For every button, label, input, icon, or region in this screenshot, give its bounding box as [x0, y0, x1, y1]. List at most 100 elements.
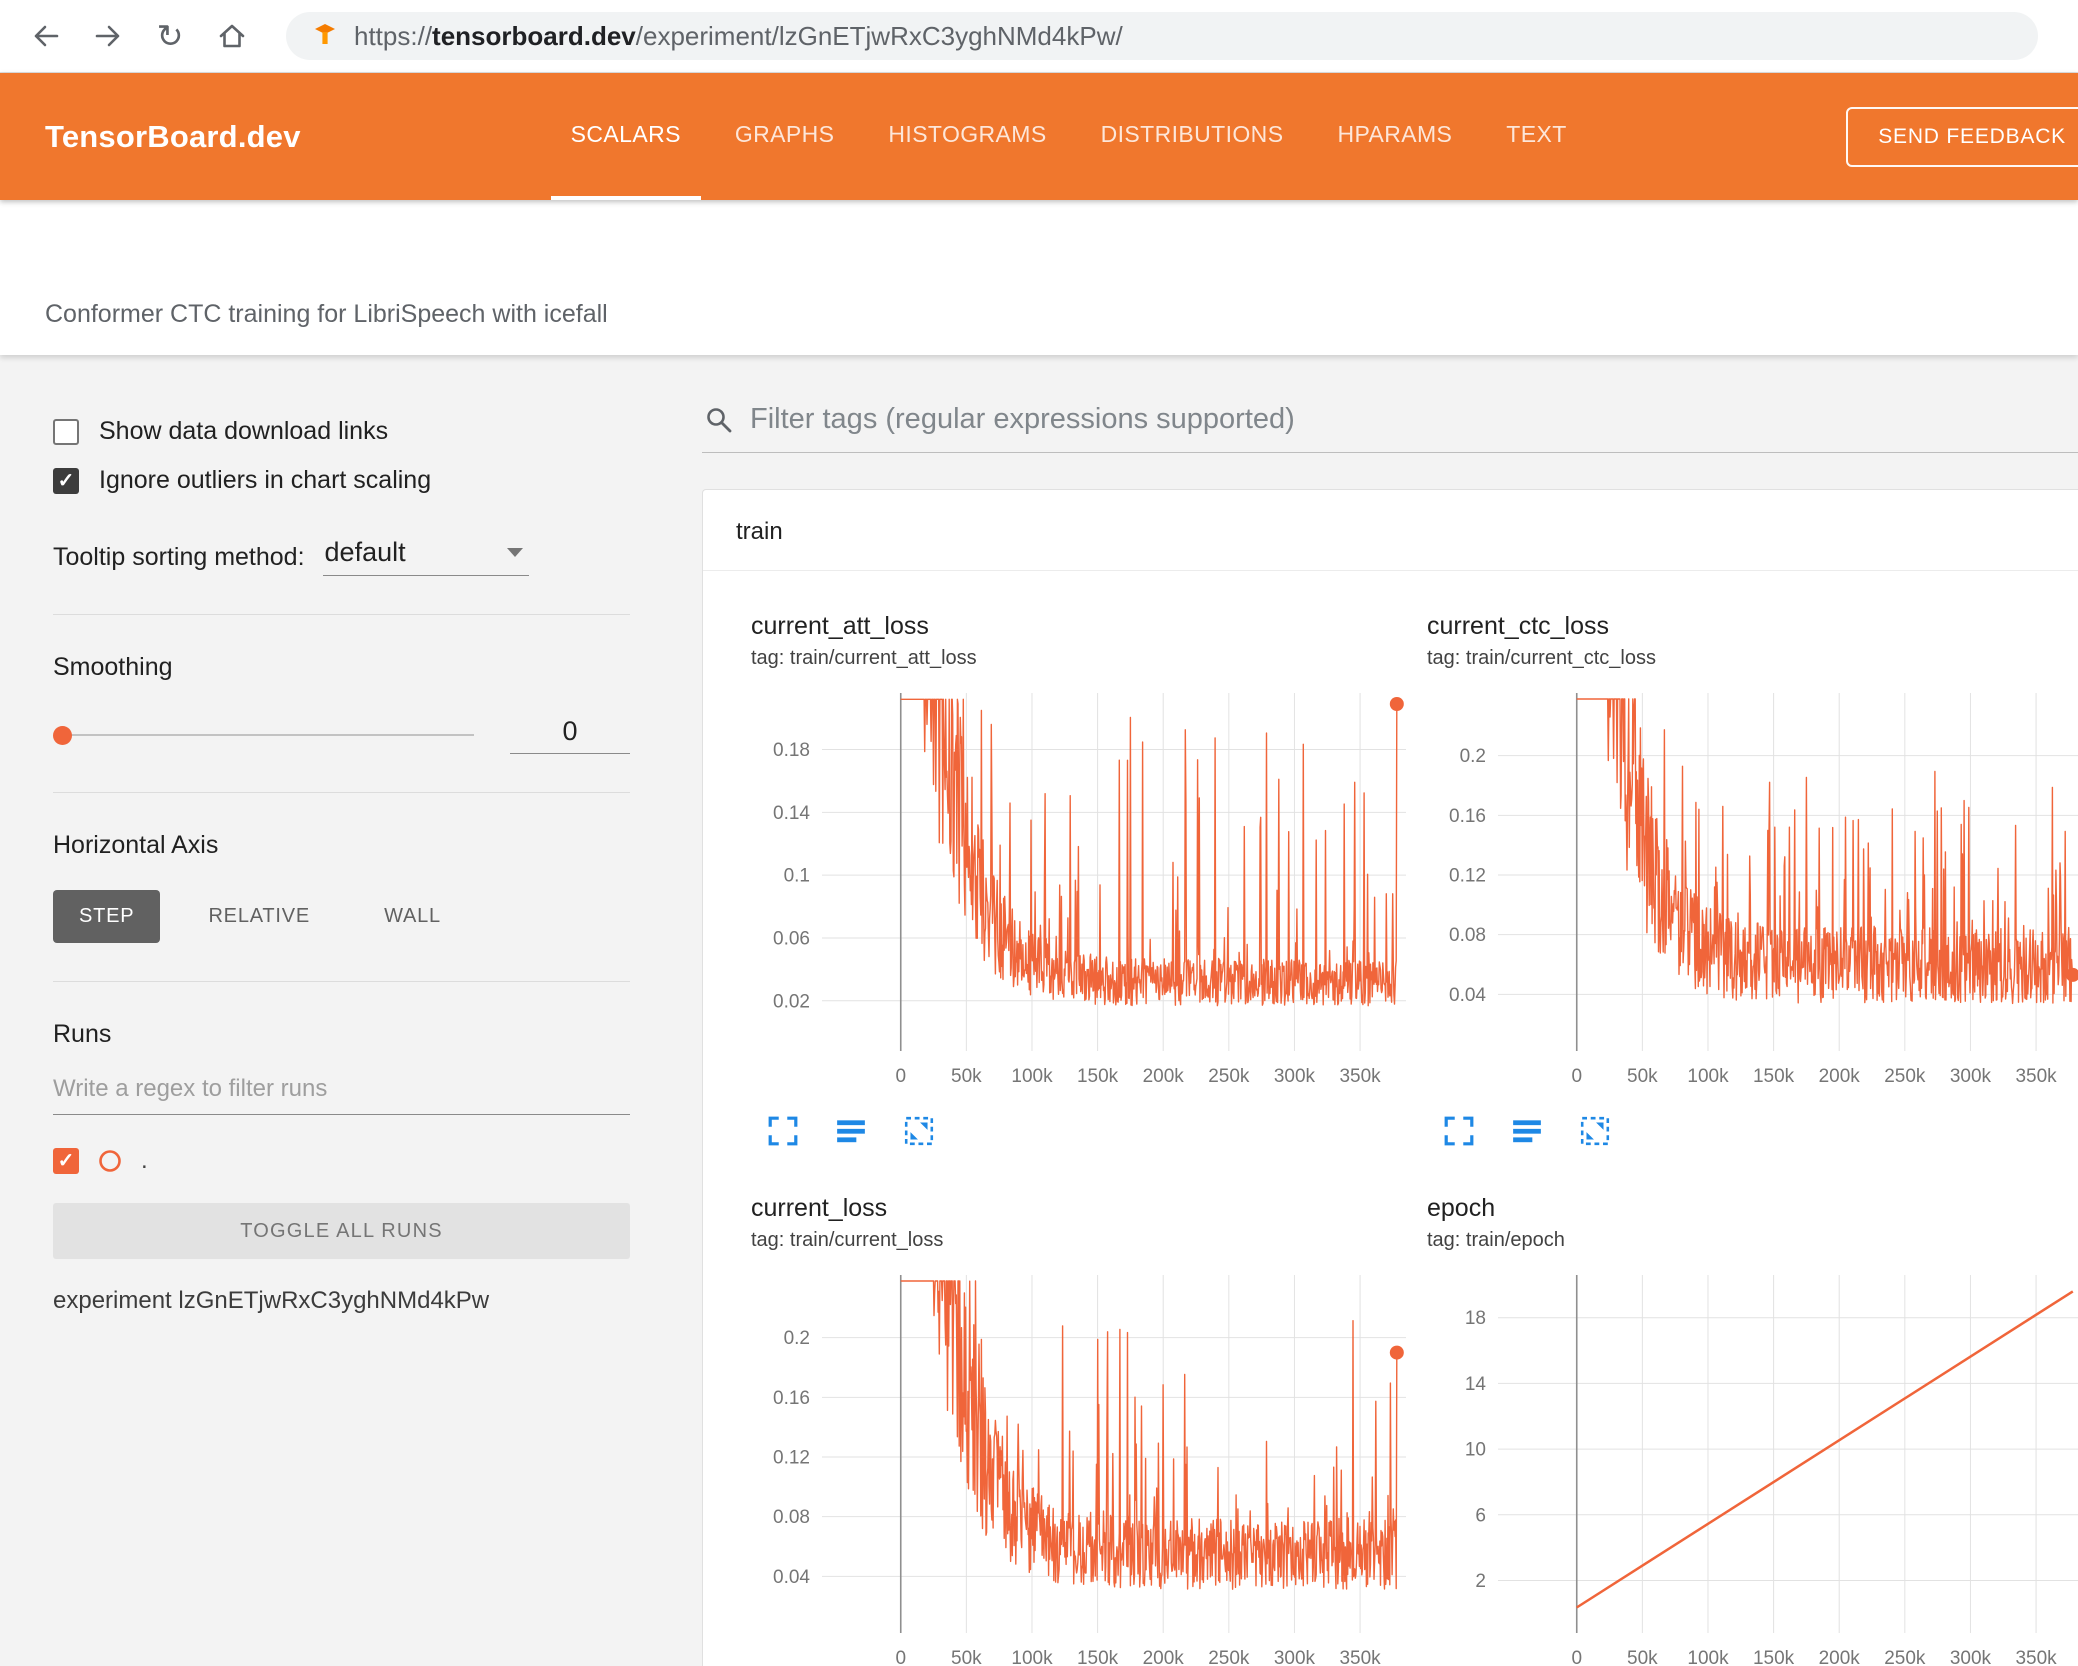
chevron-down-icon [506, 548, 523, 557]
app-header: TensorBoard.dev SCALARS GRAPHS HISTOGRAM… [0, 73, 2078, 200]
runs-selector-icon[interactable] [835, 1115, 867, 1147]
smoothing-slider[interactable] [53, 725, 474, 745]
chart-current-loss: current_loss tag: train/current_loss 0.0… [751, 1193, 1427, 1666]
svg-text:0.14: 0.14 [773, 803, 810, 824]
chart-tag: tag: train/current_ctc_loss [1427, 647, 1656, 669]
tab-hparams[interactable]: HPARAMS [1317, 73, 1472, 200]
url-text: https://tensorboard.dev/experiment/lzGnE… [354, 20, 1123, 51]
svg-text:150k: 150k [1077, 1648, 1119, 1666]
smoothing-label: Smoothing [53, 653, 173, 681]
show-download-links-checkbox[interactable]: ✓ [53, 418, 79, 445]
svg-text:350k: 350k [2015, 1066, 2057, 1087]
tag-group-title[interactable]: train [703, 490, 2078, 571]
reload-icon[interactable]: ↻ [148, 14, 192, 58]
tag-filter-row: Filter tags (regular expressions support… [702, 403, 2078, 453]
svg-text:350k: 350k [1339, 1648, 1381, 1666]
chart-plot[interactable]: 0.04 0.08 0.12 0.16 0.2 0 50k 100k 150k 200k 250k 3… [1427, 685, 2078, 1103]
svg-text:200k: 200k [1143, 1648, 1185, 1666]
fit-domain-icon[interactable] [903, 1115, 935, 1147]
svg-text:0: 0 [895, 1648, 906, 1666]
chart-current-att-loss: current_att_loss tag: train/current_att_… [751, 611, 1427, 1147]
chart-tag: tag: train/current_loss [751, 1229, 944, 1251]
dashboard-main: Filter tags (regular expressions support… [689, 355, 2078, 1666]
smoothing-slider-row: 0 [53, 716, 630, 754]
svg-text:0.16: 0.16 [773, 1388, 810, 1409]
chart-tag: tag: train/current_att_loss [751, 647, 977, 669]
show-download-links-label: Show data download links [99, 417, 389, 445]
run-name[interactable]: . [141, 1147, 148, 1175]
svg-text:10: 10 [1465, 1440, 1486, 1461]
tooltip-sorting-label: Tooltip sorting method: [53, 543, 305, 571]
forward-icon[interactable] [86, 14, 130, 58]
run-row: ✓ . [53, 1147, 630, 1175]
horizontal-axis-buttons: STEP RELATIVE WALL [53, 890, 630, 943]
divider [53, 981, 630, 982]
divider [53, 614, 630, 615]
svg-text:0.12: 0.12 [1449, 865, 1486, 886]
chart-plot[interactable]: 0.02 0.06 0.1 0.14 0.18 0 50k 100k 150k 200k 250k 3… [751, 685, 1427, 1103]
tab-histograms[interactable]: HISTOGRAMS [868, 73, 1066, 200]
experiment-id: experiment lzGnETjwRxC3yghNMd4kPw [53, 1287, 490, 1314]
svg-text:300k: 300k [1950, 1066, 1992, 1087]
svg-text:2: 2 [1475, 1571, 1486, 1592]
tag-filter-input[interactable]: Filter tags (regular expressions support… [750, 403, 1295, 436]
slider-thumb[interactable] [53, 725, 72, 745]
toggle-all-runs-button[interactable]: TOGGLE ALL RUNS [53, 1203, 630, 1259]
search-icon [704, 405, 734, 435]
svg-text:50k: 50k [1627, 1648, 1658, 1666]
axis-relative-button[interactable]: RELATIVE [182, 890, 336, 943]
tab-graphs[interactable]: GRAPHS [715, 73, 855, 200]
experiment-title: Conformer CTC training for LibriSpeech w… [45, 300, 608, 328]
tooltip-sorting-select[interactable]: default [322, 537, 529, 576]
home-icon[interactable] [210, 14, 254, 58]
svg-text:300k: 300k [1950, 1648, 1992, 1666]
svg-text:18: 18 [1465, 1308, 1486, 1329]
chart-plot[interactable]: 0.04 0.08 0.12 0.16 0.2 0 50k 100k 150k 200k 250k 3… [751, 1267, 1427, 1666]
run-checkbox[interactable]: ✓ [53, 1148, 79, 1174]
expand-chart-icon[interactable] [1443, 1115, 1475, 1147]
runs-selector-icon[interactable] [1511, 1115, 1543, 1147]
ignore-outliers-checkbox[interactable]: ✓ [53, 467, 79, 494]
svg-text:0.12: 0.12 [773, 1447, 810, 1468]
send-feedback-button[interactable]: SEND FEEDBACK [1846, 106, 2078, 167]
back-icon[interactable] [24, 14, 68, 58]
runs-label: Runs [53, 1020, 112, 1048]
tag-group-card-train: train current_att_loss tag: train/curren… [702, 489, 2078, 1666]
tab-scalars[interactable]: SCALARS [550, 73, 701, 200]
main-nav: SCALARS GRAPHS HISTOGRAMS DISTRIBUTIONS … [550, 73, 1601, 200]
tab-distributions[interactable]: DISTRIBUTIONS [1081, 73, 1304, 200]
ignore-outliers-row: ✓ Ignore outliers in chart scaling [53, 466, 630, 495]
svg-text:350k: 350k [2015, 1648, 2057, 1666]
svg-text:150k: 150k [1753, 1066, 1795, 1087]
axis-step-button[interactable]: STEP [53, 890, 161, 943]
tab-text[interactable]: TEXT [1486, 73, 1586, 200]
fit-domain-icon[interactable] [1579, 1115, 1611, 1147]
chart-tag: tag: train/epoch [1427, 1229, 1565, 1251]
svg-text:200k: 200k [1143, 1066, 1185, 1087]
chart-plot[interactable]: 2 6 10 14 18 0 50k 100k 150k 200k 250k 300k 350k [1427, 1267, 2078, 1666]
browser-toolbar: ↻ https://tensorboard.dev/experiment/lzG… [0, 0, 2078, 73]
svg-text:0.02: 0.02 [773, 991, 810, 1012]
chart-epoch: epoch tag: train/epoch 2 6 10 14 18 0 50k 100k 1… [1427, 1193, 2078, 1666]
svg-text:300k: 300k [1274, 1066, 1316, 1087]
divider [53, 792, 630, 793]
svg-text:0.2: 0.2 [1460, 746, 1486, 767]
show-download-links-row: ✓ Show data download links [53, 417, 630, 446]
axis-wall-button[interactable]: WALL [358, 890, 467, 943]
expand-chart-icon[interactable] [767, 1115, 799, 1147]
runs-regex-input[interactable]: Write a regex to filter runs [53, 1075, 630, 1115]
tooltip-sorting-row: Tooltip sorting method: default [53, 537, 630, 576]
svg-text:250k: 250k [1208, 1648, 1250, 1666]
svg-text:100k: 100k [1687, 1066, 1729, 1087]
address-bar[interactable]: https://tensorboard.dev/experiment/lzGnE… [286, 12, 2038, 60]
svg-text:100k: 100k [1011, 1066, 1053, 1087]
svg-text:0.18: 0.18 [773, 740, 810, 761]
svg-text:300k: 300k [1274, 1648, 1316, 1666]
svg-text:250k: 250k [1884, 1648, 1926, 1666]
svg-text:50k: 50k [1627, 1066, 1658, 1087]
slider-track [61, 734, 474, 736]
chart-title: epoch [1427, 1194, 1496, 1222]
smoothing-value-field[interactable]: 0 [510, 716, 630, 754]
svg-text:0.08: 0.08 [1449, 925, 1486, 946]
run-color-icon [97, 1148, 123, 1174]
